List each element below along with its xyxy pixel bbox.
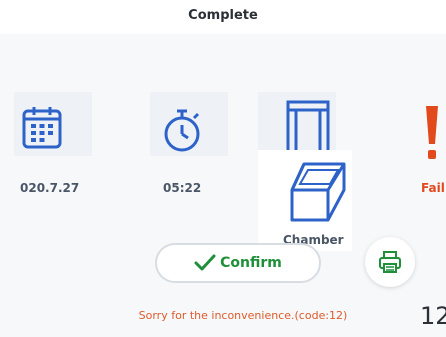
date-value: 020.7.27 [20, 181, 80, 195]
calendar-icon [22, 107, 62, 149]
page-title: Complete [188, 8, 258, 23]
door-icon [286, 100, 330, 152]
printer-icon [379, 251, 401, 273]
confirm-button[interactable]: Confirm [155, 243, 321, 283]
exclamation-icon [426, 106, 438, 159]
time-value: 05:22 [163, 181, 202, 195]
partial-number: 12 [420, 302, 446, 330]
print-button[interactable] [365, 237, 415, 287]
chamber-icon [290, 162, 346, 222]
confirm-label: Confirm [220, 255, 282, 271]
stopwatch-icon [164, 109, 200, 152]
completion-screen: Complete 020.7.27 05:22 Fail Chamber Con… [0, 0, 446, 337]
error-message: Sorry for the inconvenience.(code:12) [138, 309, 348, 322]
status-fail-label: Fail [421, 181, 445, 195]
check-icon [194, 254, 216, 271]
